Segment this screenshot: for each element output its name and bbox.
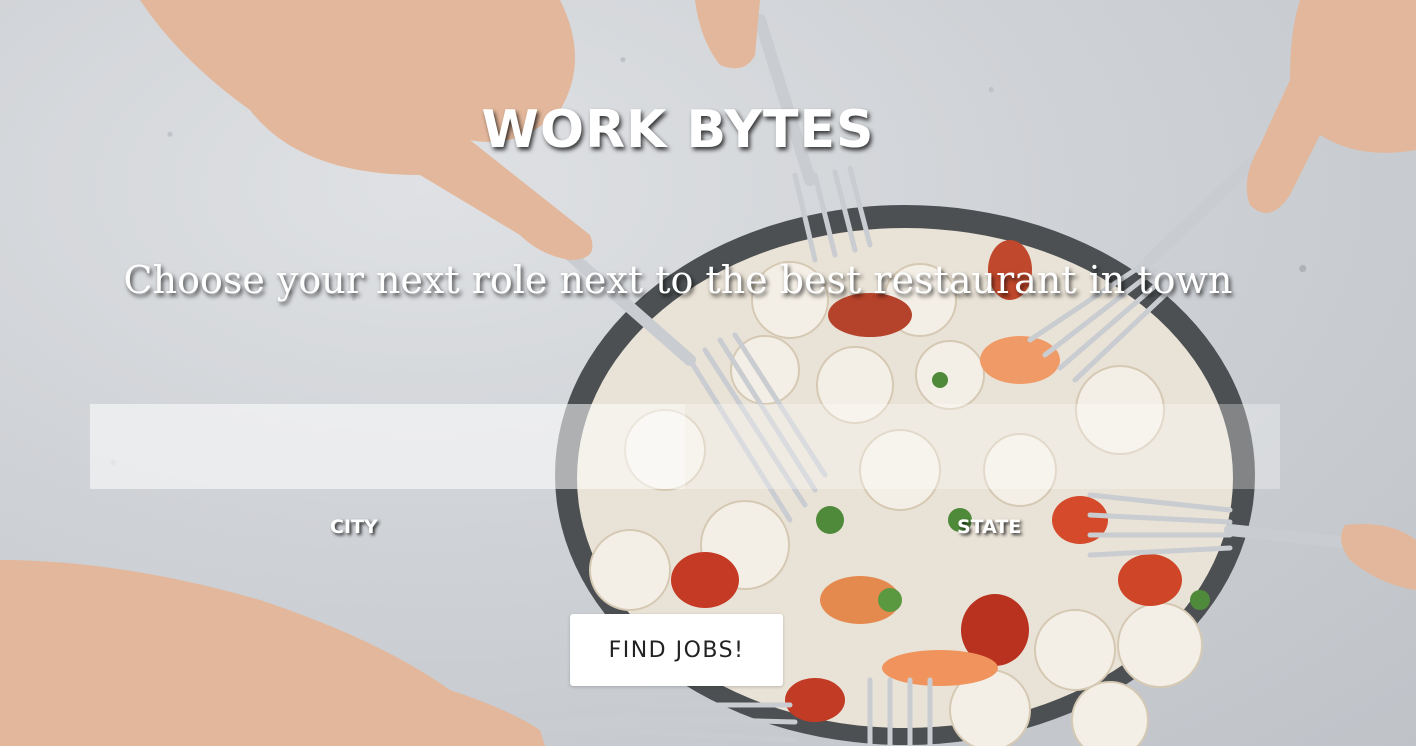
state-label: STATE: [957, 516, 1022, 538]
city-input[interactable]: [90, 404, 685, 489]
hero-section: WORK BYTES Choose your next role next to…: [0, 0, 1416, 746]
site-title: WORK BYTES: [481, 100, 875, 160]
search-bar: [90, 404, 1280, 489]
hero-tagline: Choose your next role next to the best r…: [123, 258, 1233, 302]
city-label: CITY: [330, 516, 378, 538]
find-jobs-button[interactable]: FIND JOBS!: [570, 614, 783, 686]
state-input[interactable]: [685, 404, 1280, 489]
